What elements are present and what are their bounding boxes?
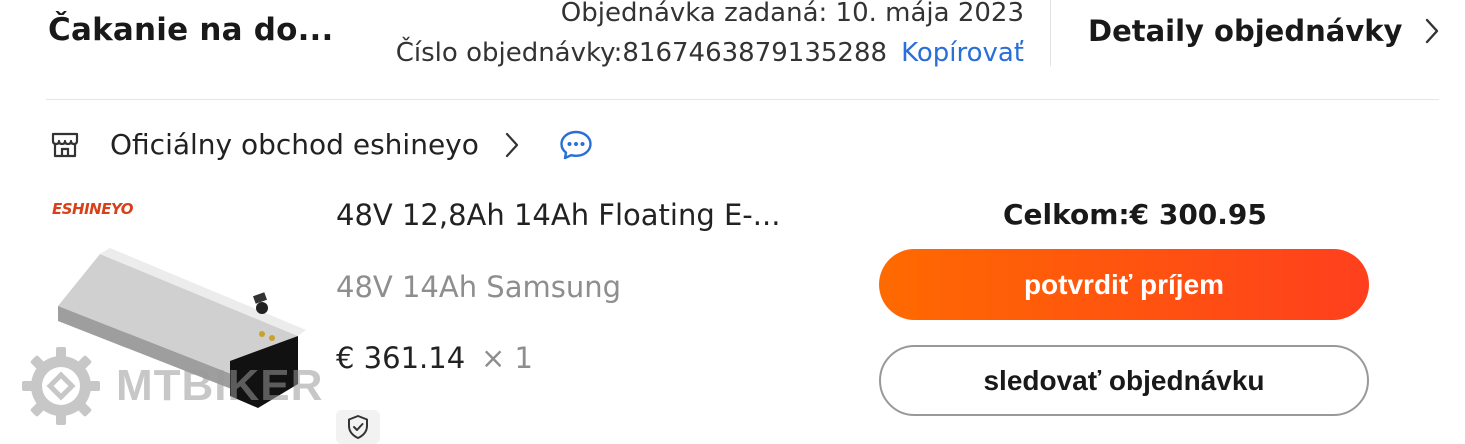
product-quantity: × 1 — [481, 341, 533, 375]
order-date: Objednávka zadaná: 10. mája 2023 — [560, 0, 1024, 28]
store-name-link[interactable]: Oficiálny obchod eshineyo — [110, 128, 479, 161]
watermark-text: MTBIKER — [116, 361, 324, 410]
header-divider — [1050, 0, 1051, 66]
order-total: Celkom:€ 300.95 — [1003, 198, 1267, 231]
order-details-label: Detaily objednávky — [1088, 14, 1403, 48]
product-price: € 361.14 — [336, 341, 466, 375]
store-row: Oficiálny obchod eshineyo — [50, 128, 593, 161]
track-order-button[interactable]: sledovať objednávku — [879, 345, 1369, 416]
order-details-link[interactable]: Detaily objednávky — [1088, 14, 1440, 48]
copy-order-number-link[interactable]: Kopírovať — [901, 38, 1024, 68]
order-number: Číslo objednávky:8167463879135288 — [395, 38, 888, 68]
order-status: Čakanie na do... — [48, 12, 334, 48]
gear-logo-icon — [22, 347, 100, 425]
product-variant: 48V 14Ah Samsung — [336, 270, 622, 304]
buyer-protection-badge[interactable] — [336, 410, 380, 444]
chevron-right-icon — [1426, 18, 1439, 44]
order-number-row: Číslo objednávky:8167463879135288 Kopírov… — [396, 38, 1024, 68]
brand-logo: ESHINEYO — [52, 200, 134, 218]
watermark: MTBIKER — [20, 345, 323, 427]
shield-check-icon — [348, 415, 368, 439]
confirm-receipt-button[interactable]: potvrdiť príjem — [879, 249, 1369, 320]
chat-icon[interactable] — [559, 129, 593, 161]
section-divider — [46, 99, 1439, 100]
product-title-link[interactable]: 48V 12,8Ah 14Ah Floating E-... — [336, 198, 780, 232]
chevron-right-icon[interactable] — [505, 132, 519, 158]
store-icon — [51, 132, 79, 157]
